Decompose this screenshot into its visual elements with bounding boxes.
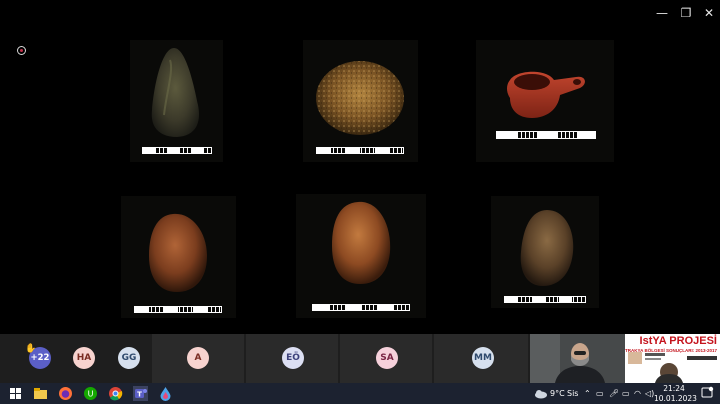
participant-avatar[interactable]: HA [73,347,95,369]
shared-screen [0,26,720,334]
svg-text:T: T [137,391,142,399]
droplet-app-icon[interactable] [158,386,173,401]
raised-hand-icon: ✋ [25,344,37,354]
participant-tile[interactable]: MM [434,334,528,383]
clock-date: 10.01.2023 [654,393,697,403]
microphone-icon[interactable]: 🎤︎ [609,386,619,401]
ceramic-lamp-image [507,71,585,118]
svg-text:U: U [88,390,94,399]
battery-icon[interactable]: ▭ [622,386,630,401]
wifi-icon[interactable]: ◠ [634,386,641,401]
participant-tile[interactable]: SA [340,334,432,383]
participant-tile[interactable]: A [152,334,244,383]
upwork-icon[interactable]: U [83,386,98,401]
participant-video[interactable] [530,334,625,383]
volume-icon[interactable]: ◁) [645,386,654,401]
participant-avatar: SA [376,347,398,369]
weather-condition[interactable]: Sis [567,386,578,401]
brown-stone-image [520,210,574,286]
teams-icon[interactable]: T [133,386,148,401]
windows-taskbar: U T 9°C Sis ⌃ ▭ 🎤︎ ▭ ◠ ◁) 21:24 10.01.20… [0,383,720,404]
chevron-up-icon[interactable]: ⌃ [584,386,591,401]
photo-ceramic-lamp-red [476,40,614,162]
scale-bar [504,296,586,303]
participant-overflow[interactable]: +22 HA GG [0,334,152,383]
system-clock[interactable]: 21:24 10.01.2023 [654,384,697,403]
weather-temperature[interactable]: 9°C [550,386,565,401]
firefox-icon[interactable] [58,386,73,401]
reddish-stone-image [149,213,207,292]
participant-avatar: A [187,347,209,369]
photo-stone-oval-orange [296,194,426,318]
participant-avatar[interactable]: GG [118,347,140,369]
clock-time: 21:24 [663,384,685,393]
scale-bar [316,147,404,154]
scale-bar [134,306,222,313]
photo-stone-oval-brown [491,196,599,308]
photo-stone-oval-reddish [121,196,236,318]
teams-meeting-window: — ❐ ✕ +22 HA GG A EÖ SA MM ✋ IstYA PROJE… [0,0,720,404]
porous-stone-image [316,61,404,135]
participant-tile[interactable]: EÖ [246,334,338,383]
presentation-speaker-image [628,352,717,383]
windows-icon[interactable] [8,386,23,401]
weather-cloud-icon[interactable] [533,386,548,401]
participant-avatar: MM [472,347,494,369]
minimize-button[interactable]: — [651,3,673,23]
speaker-video-frame [530,334,625,383]
photo-stone-round-porous [303,40,418,162]
maximize-button[interactable]: ❐ [675,3,697,23]
orange-stone-image [332,201,391,284]
file-explorer-icon[interactable] [33,386,48,401]
participant-avatar: EÖ [282,347,304,369]
scale-bar [142,147,212,154]
photo-stone-tool-elongated [130,40,223,162]
stone-tool-image [151,48,200,137]
meet-now-icon[interactable]: ▭ [596,386,604,401]
notification-center-icon[interactable] [700,386,714,400]
close-button[interactable]: ✕ [698,3,720,23]
recording-indicator-icon [17,46,26,55]
chrome-icon[interactable] [108,386,123,401]
scale-bar [496,131,596,139]
shared-presentation-thumbnail[interactable]: IstYA PROJESİ TRAKYA BÖLGESİ SONUÇLARI: … [625,334,720,383]
window-titlebar: — ❐ ✕ [0,0,720,26]
scale-bar [312,304,410,311]
